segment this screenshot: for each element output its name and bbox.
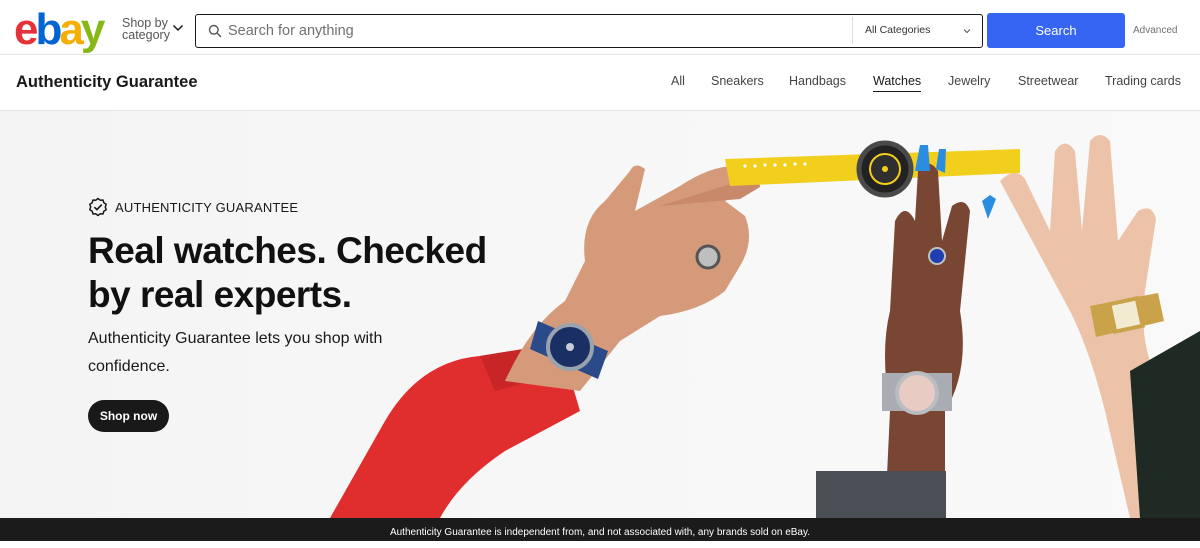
global-header: ebay Shop by category All Categories Sea… [0,0,1200,55]
tab-watches[interactable]: Watches [873,74,922,92]
blue-nail [982,195,996,219]
gold-watch-face [1107,296,1145,334]
shop-now-button[interactable]: Shop now [88,400,169,432]
blue-watch-center [566,343,574,351]
logo-letter-b: b [35,5,62,54]
sub-navigation: Authenticity Guarantee All Sneakers Hand… [0,55,1200,111]
grey-sleeve [816,471,946,518]
hero-banner: AUTHENTICITY GUARANTEE Real watches. Che… [0,111,1200,518]
shop-by-category-button[interactable]: Shop by category [122,17,170,42]
silver-watch-face [895,371,939,415]
tab-all[interactable]: All [671,74,685,88]
verified-check-icon [89,197,107,217]
logo-letter-a: a [59,5,84,54]
tab-trading-cards[interactable]: Trading cards [1105,74,1181,88]
badge-label: AUTHENTICITY GUARANTEE [115,200,299,215]
search-button[interactable]: Search [987,13,1125,48]
category-tabs: All Sneakers Handbags Watches Jewelry St… [0,74,1200,104]
advanced-search-link[interactable]: Advanced [1133,25,1177,36]
logo-letter-y: y [80,5,106,54]
chevron-down-icon[interactable] [172,22,184,34]
disclaimer-bar: Authenticity Guarantee is independent fr… [0,518,1200,541]
tab-streetwear[interactable]: Streetwear [1018,74,1078,88]
shop-by-label-line2: category [122,28,170,42]
ebay-logo[interactable]: ebay [14,5,106,54]
hero-watches-image [330,135,1200,518]
category-select[interactable]: All Categories [852,17,981,44]
black-watch-center [882,166,888,172]
category-select-value: All Categories [865,24,931,36]
tab-sneakers[interactable]: Sneakers [711,74,764,88]
chevron-down-icon [963,29,971,34]
logo-letter-e: e [14,5,39,54]
tab-handbags[interactable]: Handbags [789,74,846,88]
sapphire-ring [928,247,946,265]
tab-jewelry[interactable]: Jewelry [948,74,990,88]
search-input[interactable] [228,15,848,46]
search-bar: All Categories [195,14,983,48]
search-icon [208,24,222,38]
ring [695,244,721,270]
middle-hand [885,163,970,518]
